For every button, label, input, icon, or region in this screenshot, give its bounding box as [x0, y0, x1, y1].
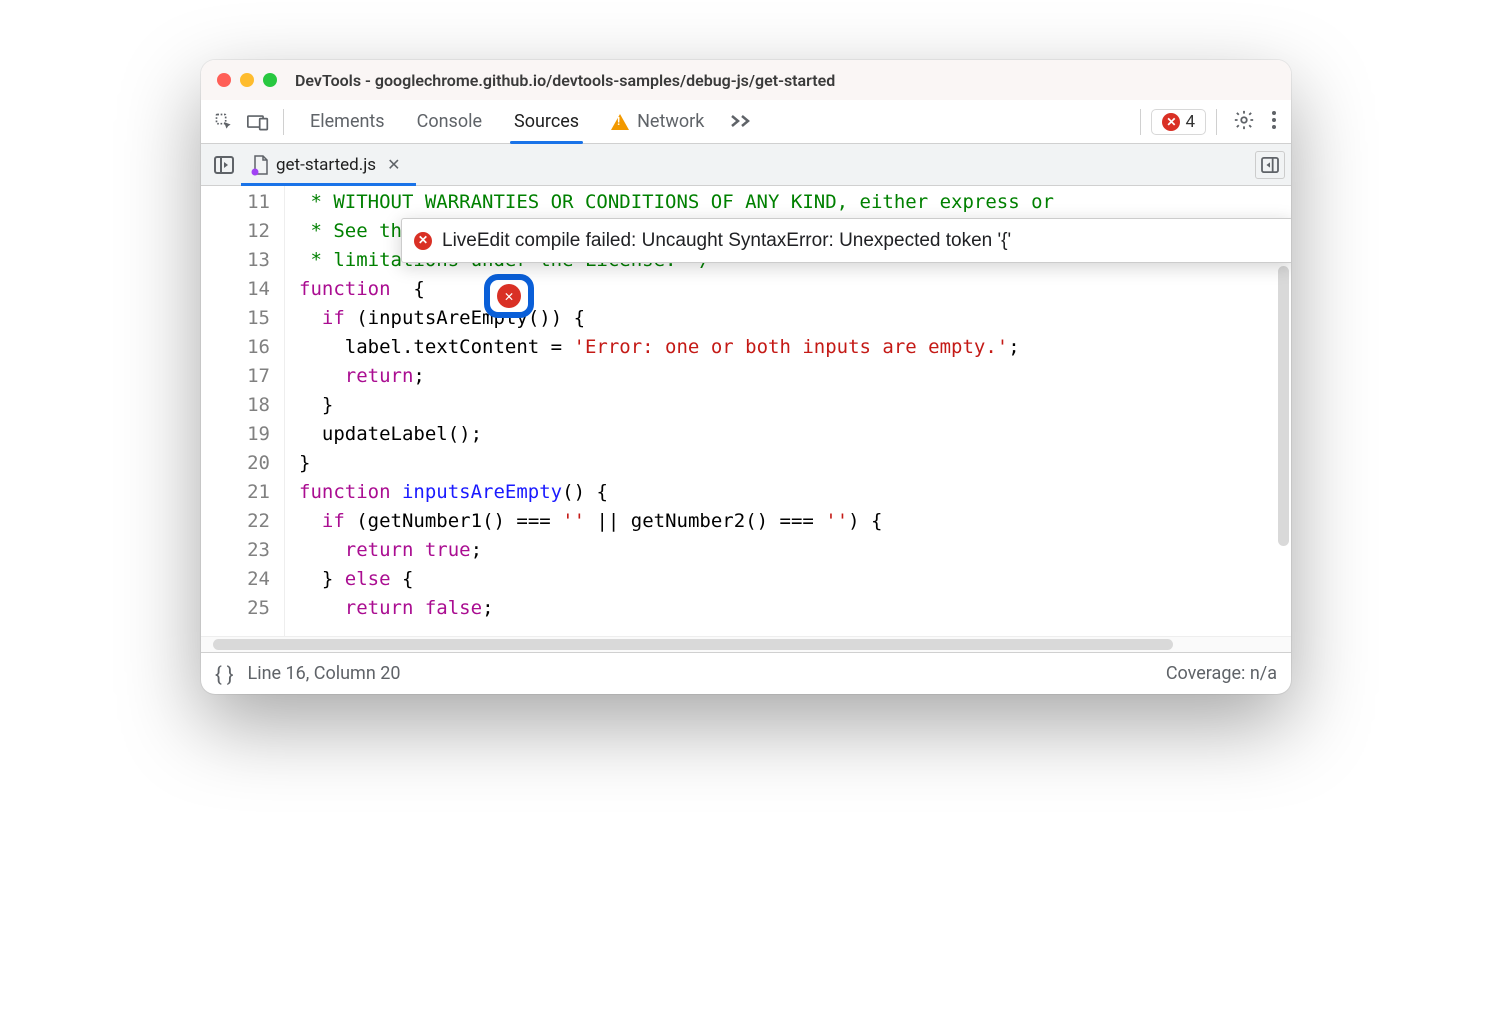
file-tab-name: get-started.js [276, 155, 376, 175]
error-count: 4 [1185, 112, 1195, 132]
horizontal-scrollbar-thumb[interactable] [213, 639, 1173, 650]
file-tab-get-started-js[interactable]: get-started.js ✕ [241, 144, 416, 185]
maximize-window-button[interactable] [263, 73, 277, 87]
window-title: DevTools - googlechrome.github.io/devtoo… [295, 71, 835, 90]
status-bar: { } Line 16, Column 20 Coverage: n/a [201, 652, 1291, 694]
warning-icon [611, 114, 629, 130]
inspect-element-icon[interactable] [209, 107, 239, 137]
tab-network[interactable]: Network [595, 100, 720, 143]
tab-console[interactable]: Console [401, 100, 498, 143]
tab-elements[interactable]: Elements [294, 100, 401, 143]
more-options-button[interactable] [1265, 110, 1283, 134]
code-editor[interactable]: 111213141516171819202122232425 * WITHOUT… [201, 186, 1291, 636]
titlebar: DevTools - googlechrome.github.io/devtoo… [201, 60, 1291, 100]
cursor-position: Line 16, Column 20 [248, 663, 401, 684]
tooltip-message: LiveEdit compile failed: Uncaught Syntax… [442, 226, 1011, 255]
device-toolbar-icon[interactable] [243, 107, 273, 137]
horizontal-scrollbar-track[interactable] [201, 636, 1291, 652]
close-window-button[interactable] [217, 73, 231, 87]
error-icon: ✕ [1162, 113, 1180, 131]
error-icon: ✕ [414, 232, 432, 250]
show-navigator-button[interactable] [207, 144, 241, 185]
panel-tabs: Elements Console Sources Network [294, 100, 720, 143]
main-toolbar: Elements Console Sources Network ✕ 4 [201, 100, 1291, 144]
error-icon: ✕ [497, 284, 521, 308]
settings-button[interactable] [1227, 109, 1261, 135]
devtools-window: DevTools - googlechrome.github.io/devtoo… [201, 60, 1291, 694]
line-gutter: 111213141516171819202122232425 [201, 186, 285, 636]
coverage-status: Coverage: n/a [1166, 663, 1277, 684]
error-marker-highlight: ✕ [484, 274, 534, 318]
tab-sources[interactable]: Sources [498, 100, 595, 143]
close-tab-button[interactable]: ✕ [383, 155, 404, 174]
file-tab-bar: get-started.js ✕ [201, 144, 1291, 186]
minimize-window-button[interactable] [240, 73, 254, 87]
error-tooltip: ✕ LiveEdit compile failed: Uncaught Synt… [401, 218, 1291, 263]
vertical-scrollbar[interactable] [1278, 266, 1289, 546]
traffic-lights [217, 73, 277, 87]
more-tabs-button[interactable] [724, 110, 758, 134]
pretty-print-button[interactable]: { } [215, 662, 234, 686]
js-file-icon [253, 155, 269, 175]
show-debugger-button[interactable] [1255, 151, 1285, 179]
error-count-badge[interactable]: ✕ 4 [1151, 109, 1206, 135]
